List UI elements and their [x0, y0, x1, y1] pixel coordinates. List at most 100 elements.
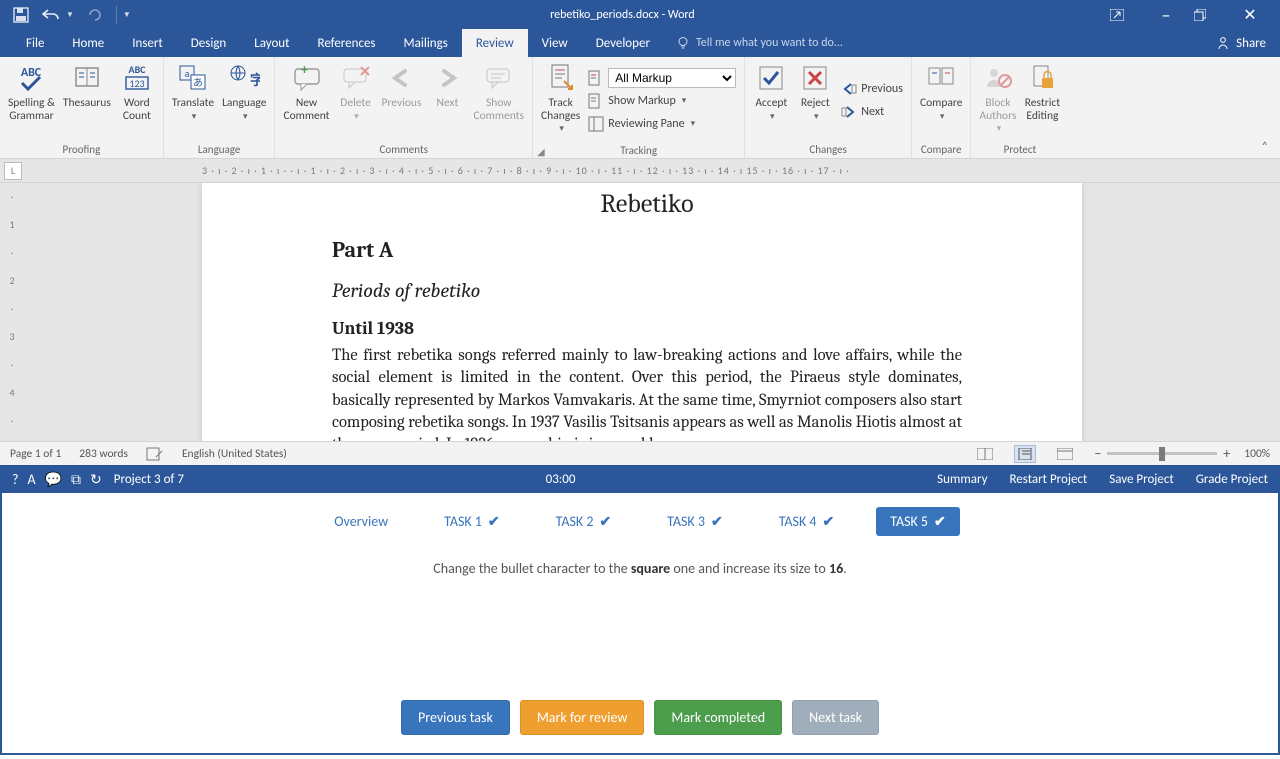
task-tab-4[interactable]: TASK 4✔	[765, 507, 849, 536]
tab-developer[interactable]: Developer	[582, 29, 664, 57]
mark-for-review-button[interactable]: Mark for review	[520, 700, 645, 735]
print-layout-button[interactable]	[1014, 445, 1036, 463]
doc-title[interactable]: Rebetiko	[332, 189, 962, 219]
display-for-review-select[interactable]: All Markup	[608, 68, 736, 88]
svg-text:字: 字	[250, 72, 260, 89]
zoom-value[interactable]: 100%	[1244, 447, 1270, 461]
close-icon[interactable]: ✕	[1236, 5, 1264, 25]
minimize-icon[interactable]: –	[1152, 4, 1180, 26]
undo-icon[interactable]	[38, 2, 64, 28]
next-comment-icon	[432, 61, 462, 95]
tab-mailings[interactable]: Mailings	[390, 29, 462, 57]
summary-link[interactable]: Summary	[937, 472, 987, 487]
tab-references[interactable]: References	[304, 29, 390, 57]
display-for-review-combo[interactable]: All Markup	[584, 67, 740, 89]
share-button[interactable]: Share	[1202, 29, 1280, 57]
ribbon: ABC Spelling & Grammar Thesaurus ABC123 …	[0, 57, 1280, 159]
thesaurus-button[interactable]: Thesaurus	[59, 59, 115, 141]
zoom-out-icon[interactable]: −	[1094, 445, 1101, 462]
language-button[interactable]: 字 Language▾	[218, 59, 270, 141]
document-area[interactable]: ·1·2·3·4·5·6 Rebetiko Part A Periods of …	[0, 183, 1280, 441]
show-markup-button[interactable]: Show Markup▾	[584, 90, 740, 112]
status-words[interactable]: 283 words	[79, 447, 128, 461]
svg-text:123: 123	[129, 77, 144, 90]
tab-layout[interactable]: Layout	[240, 29, 303, 57]
status-proofing-icon[interactable]	[146, 447, 164, 461]
mark-completed-button[interactable]: Mark completed	[654, 700, 782, 735]
tab-design[interactable]: Design	[177, 29, 240, 57]
qat-customize-icon[interactable]: ▼	[123, 10, 131, 20]
grade-project-link[interactable]: Grade Project	[1196, 472, 1268, 487]
window-title: rebetiko_periods.docx - Word	[135, 8, 1110, 22]
language-label: Language	[222, 97, 266, 110]
vertical-ruler[interactable]: ·1·2·3·4·5·6	[2, 183, 22, 441]
zoom-in-icon[interactable]: +	[1223, 445, 1230, 462]
accept-label: Accept	[755, 97, 787, 110]
reset-icon[interactable]: ↻	[90, 471, 102, 488]
tab-home[interactable]: Home	[58, 29, 118, 57]
translate-button[interactable]: aあ Translate▾	[168, 59, 218, 141]
previous-change-button[interactable]: Previous	[837, 78, 907, 100]
compare-button[interactable]: Compare▾	[916, 59, 967, 141]
redo-icon[interactable]	[82, 2, 108, 28]
save-icon[interactable]	[8, 2, 34, 28]
undo-dropdown-icon[interactable]: ▼	[66, 10, 74, 20]
task-tabs: Overview TASK 1✔ TASK 2✔ TASK 3✔ TASK 4✔…	[320, 507, 960, 536]
track-changes-button[interactable]: Track Changes▾	[537, 59, 584, 142]
task-tab-overview[interactable]: Overview	[320, 507, 402, 536]
doc-subtitle[interactable]: Periods of rebetiko	[332, 279, 962, 302]
doc-paragraph[interactable]: The first rebetika songs referred mainly…	[332, 345, 962, 441]
task-tab-5[interactable]: TASK 5✔	[876, 507, 960, 536]
zoom-control[interactable]: − + 100%	[1094, 445, 1270, 462]
tab-review[interactable]: Review	[462, 29, 528, 57]
font-icon[interactable]: A	[28, 471, 36, 488]
reject-button[interactable]: Reject▾	[793, 59, 837, 141]
tracking-dialog-launcher[interactable]: ◢	[537, 145, 738, 158]
word-count-button[interactable]: ABC123 Word Count	[115, 59, 159, 141]
tab-file[interactable]: File	[12, 29, 58, 57]
accept-button[interactable]: Accept▾	[749, 59, 793, 141]
next-comment-label: Next	[437, 97, 459, 110]
maximize-icon[interactable]	[1194, 9, 1222, 21]
task-action-buttons: Previous task Mark for review Mark compl…	[401, 700, 879, 735]
title-bar: ▼ ▼ rebetiko_periods.docx - Word – ✕	[0, 0, 1280, 29]
tab-selector[interactable]: L	[4, 162, 22, 180]
help-icon[interactable]: ?	[12, 471, 19, 488]
spelling-label: Spelling & Grammar	[8, 97, 55, 122]
zoom-slider[interactable]	[1107, 452, 1217, 455]
task-tab-3[interactable]: TASK 3✔	[653, 507, 737, 536]
chat-icon[interactable]: 💬	[45, 471, 62, 488]
document-page[interactable]: Rebetiko Part A Periods of rebetiko Unti…	[202, 183, 1082, 441]
ribbon-display-icon[interactable]	[1110, 9, 1138, 21]
previous-task-button[interactable]: Previous task	[401, 700, 510, 735]
restart-project-link[interactable]: Restart Project	[1009, 472, 1087, 487]
task-tab-2[interactable]: TASK 2✔	[542, 507, 626, 536]
next-change-button[interactable]: Next	[837, 101, 907, 123]
read-mode-button[interactable]	[974, 445, 996, 463]
save-project-link[interactable]: Save Project	[1109, 472, 1173, 487]
svg-text:あ: あ	[193, 76, 203, 89]
show-comments-button: Show Comments	[469, 59, 528, 141]
tell-me-search[interactable]: Tell me what you want to do...	[664, 29, 1202, 57]
reviewing-pane-button[interactable]: Reviewing Pane▾	[584, 113, 740, 135]
new-comment-icon: +	[291, 61, 323, 95]
tab-insert[interactable]: Insert	[118, 29, 177, 57]
track-changes-label: Track Changes	[541, 97, 580, 122]
task-tab-1[interactable]: TASK 1✔	[430, 507, 514, 536]
next-task-button[interactable]: Next task	[792, 700, 879, 735]
windows-icon[interactable]: ⧉	[71, 471, 81, 488]
new-comment-button[interactable]: + New Comment	[279, 59, 333, 141]
web-layout-button[interactable]	[1054, 445, 1076, 463]
collapse-ribbon-icon[interactable]: ˄	[1262, 140, 1268, 154]
doc-heading-parta[interactable]: Part A	[332, 237, 962, 263]
restrict-editing-button[interactable]: Restrict Editing	[1020, 59, 1064, 141]
group-compare-label: Compare	[916, 141, 967, 158]
spelling-grammar-button[interactable]: ABC Spelling & Grammar	[4, 59, 59, 141]
status-page[interactable]: Page 1 of 1	[10, 447, 61, 461]
tab-view[interactable]: View	[528, 29, 582, 57]
horizontal-ruler[interactable]: L 3 · ı · 2 · ı · 1 · ı · · ı · 1 · ı · …	[0, 159, 1280, 183]
previous-change-icon	[841, 81, 857, 97]
doc-heading-until1938[interactable]: Until 1938	[332, 318, 962, 339]
tracking-options: All Markup Show Markup▾ Reviewing Pane▾	[584, 59, 740, 142]
status-language[interactable]: English (United States)	[182, 447, 287, 461]
